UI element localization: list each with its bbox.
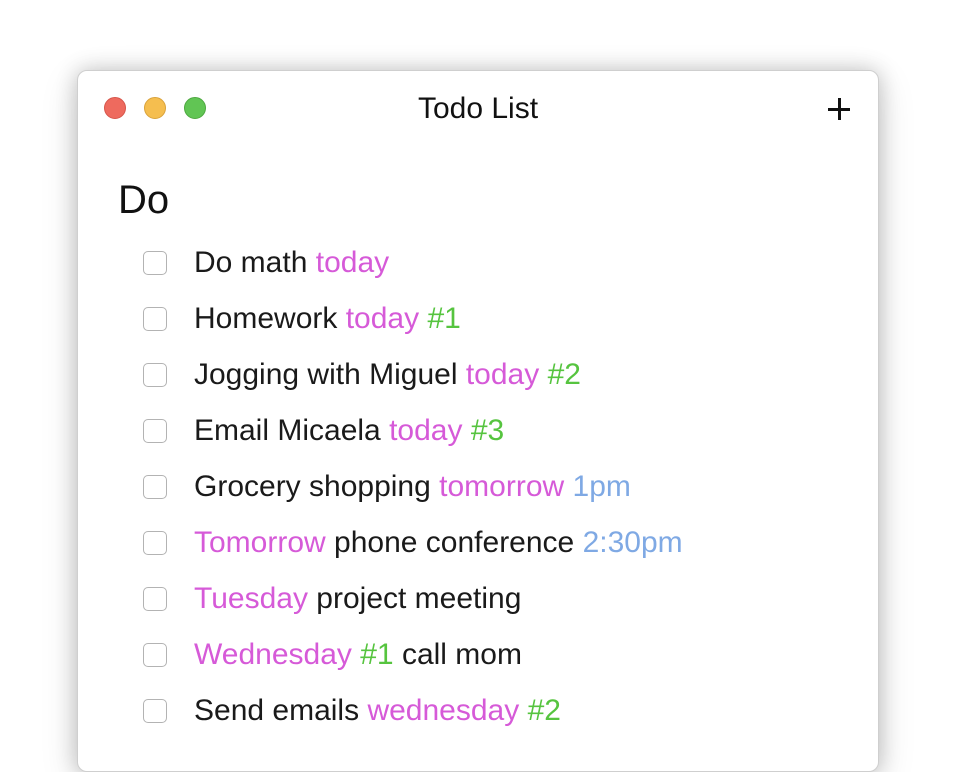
todo-plain-token: Grocery shopping bbox=[194, 470, 431, 503]
title-bar: Todo List bbox=[78, 71, 878, 147]
todo-date-token: today bbox=[465, 358, 540, 391]
todo-date-token: today bbox=[315, 246, 390, 279]
todo-checkbox[interactable] bbox=[143, 363, 167, 387]
todo-date-token: today bbox=[389, 414, 463, 447]
todo-date-token: wednesday bbox=[367, 694, 520, 727]
todo-tag-token: #2 bbox=[547, 358, 581, 391]
todo-window: Todo List Do Do math today Homework today… bbox=[77, 70, 879, 772]
todo-tag-token: #3 bbox=[470, 414, 505, 447]
todo-text[interactable]: Tomorrow phone conference 2:30pm bbox=[194, 524, 683, 562]
todo-text[interactable]: Jogging with Miguel today #2 bbox=[194, 356, 581, 394]
window-title: Todo List bbox=[417, 92, 539, 125]
todo-checkbox[interactable] bbox=[143, 699, 167, 723]
todo-checkbox[interactable] bbox=[143, 531, 167, 555]
todo-text[interactable]: Wednesday #1 call mom bbox=[194, 636, 522, 674]
todo-tag-token: #1 bbox=[427, 302, 461, 335]
todo-checkbox[interactable] bbox=[143, 307, 167, 331]
todo-plain-token: project meeting bbox=[316, 582, 522, 615]
todo-plain-token: Email Micaela bbox=[194, 414, 381, 447]
todo-plain-token: Do math bbox=[194, 246, 308, 279]
todo-text[interactable]: Do math today bbox=[194, 244, 389, 282]
todo-text[interactable]: Tuesday project meeting bbox=[194, 580, 521, 618]
todo-checkbox[interactable] bbox=[143, 587, 167, 611]
todo-plain-token: Jogging with Miguel bbox=[194, 358, 458, 391]
todo-time-token: 1pm bbox=[572, 470, 631, 503]
todo-text[interactable]: Homework today #1 bbox=[194, 300, 461, 338]
todo-plain-token: call mom bbox=[401, 638, 522, 671]
todo-date-token: Wednesday bbox=[194, 638, 352, 671]
todo-checkbox[interactable] bbox=[143, 251, 167, 275]
todo-checkbox[interactable] bbox=[143, 475, 167, 499]
todo-plain-token: Homework bbox=[194, 302, 338, 335]
todo-text[interactable]: Send emails wednesday #2 bbox=[194, 692, 561, 730]
todo-checkbox[interactable] bbox=[143, 643, 167, 667]
todo-time-token: 2:30pm bbox=[582, 526, 683, 559]
todo-checkbox[interactable] bbox=[143, 419, 167, 443]
todo-text[interactable]: Grocery shopping tomorrow 1pm bbox=[194, 468, 631, 506]
todo-date-token: Tuesday bbox=[194, 582, 308, 615]
todo-tag-token: #2 bbox=[527, 694, 561, 727]
todo-date-token: tomorrow bbox=[439, 470, 565, 503]
add-todo-button[interactable] bbox=[828, 98, 850, 120]
todo-text[interactable]: Email Micaela today #3 bbox=[194, 412, 504, 450]
todo-date-token: today bbox=[345, 302, 420, 335]
todo-plain-token: Send emails bbox=[194, 694, 360, 727]
todo-plain-token: phone conference bbox=[334, 526, 575, 559]
section-heading: Do bbox=[118, 178, 170, 222]
todo-date-token: Tomorrow bbox=[194, 526, 326, 559]
todo-tag-token: #1 bbox=[360, 638, 394, 671]
